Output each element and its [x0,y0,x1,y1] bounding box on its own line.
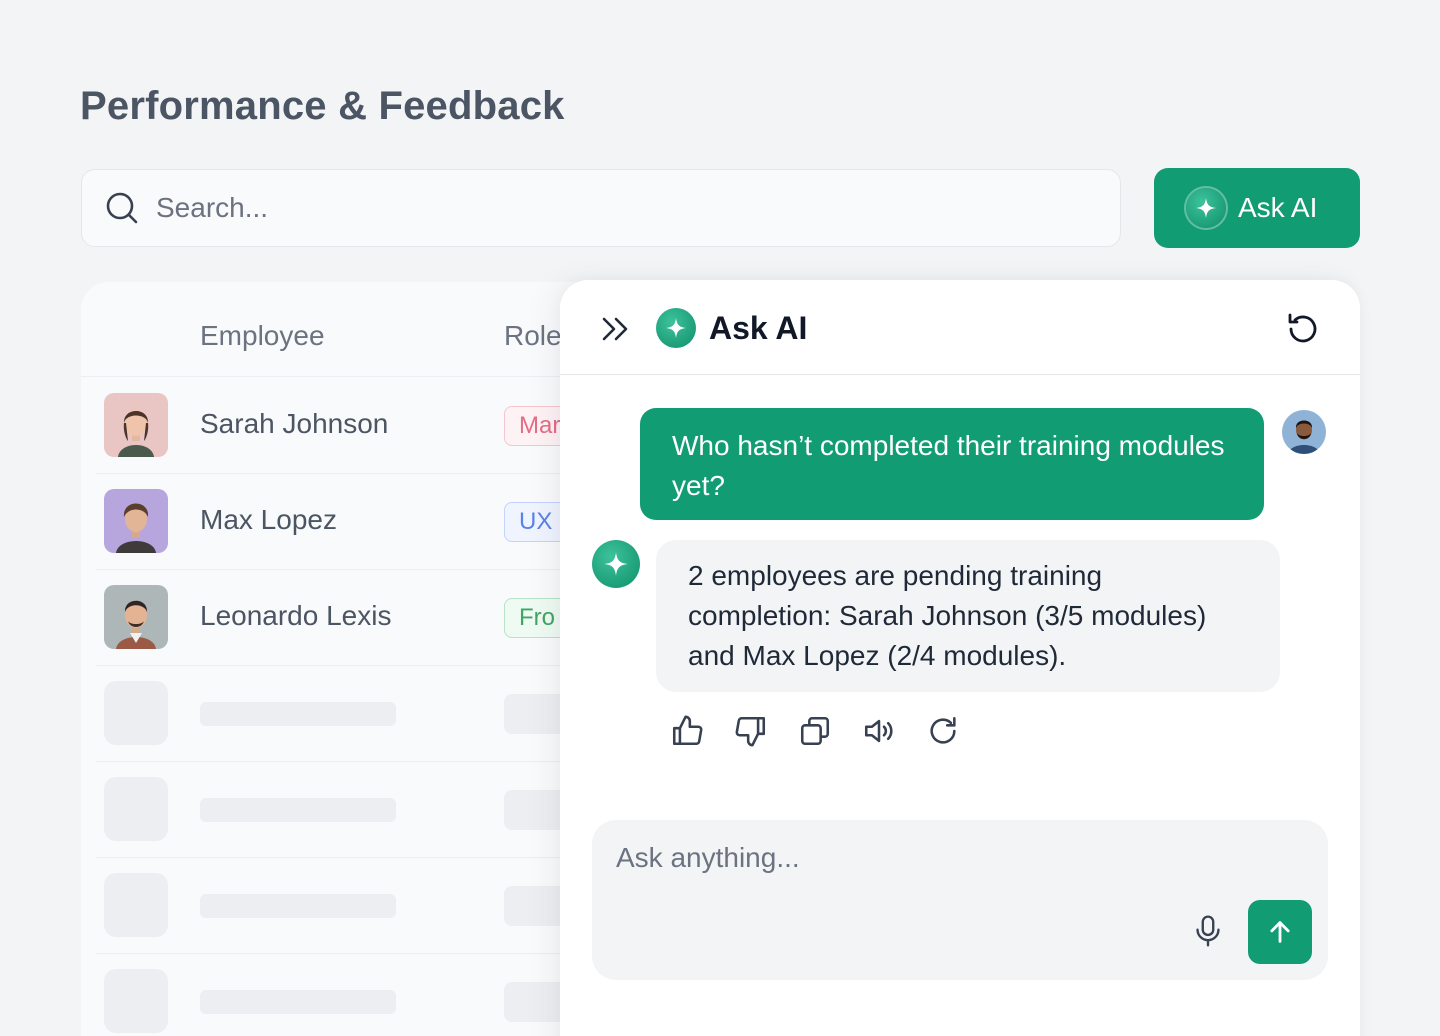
employee-name: Leonardo Lexis [200,600,392,631]
skeleton-line [200,990,396,1014]
microphone-icon[interactable] [1192,914,1224,948]
ai-avatar-icon [592,540,640,588]
thumbs-up-icon[interactable] [670,714,704,748]
search-bar[interactable] [81,169,1121,247]
panel-title: Ask AI [709,310,808,346]
skeleton-avatar [104,681,168,745]
user-avatar [1282,410,1326,454]
skeleton-line [200,798,396,822]
send-button[interactable] [1248,900,1312,964]
search-input[interactable] [156,192,1056,224]
page: Performance & Feedback Ask AI Employee R… [0,0,1440,1036]
skeleton-avatar [104,969,168,1033]
panel-header: Ask AI [560,280,1360,375]
avatar [104,393,168,457]
sparkle-icon [656,308,696,348]
role-badge: UX [504,502,568,542]
speaker-icon[interactable] [862,714,896,748]
chat-input[interactable] [616,842,1176,902]
ask-ai-button-label: Ask AI [1238,192,1318,223]
column-header-role[interactable]: Role [504,320,562,352]
page-title: Performance & Feedback [80,84,565,128]
skeleton-line [200,702,396,726]
skeleton-avatar [104,873,168,937]
avatar [104,489,168,553]
arrow-up-icon [1270,921,1290,943]
skeleton-line [200,894,396,918]
thumbs-down-icon[interactable] [734,714,768,748]
regenerate-icon[interactable] [926,714,960,748]
sparkle-icon [1186,188,1226,228]
copy-icon[interactable] [798,714,832,748]
ai-message: 2 employees are pending training complet… [656,540,1280,692]
employee-name: Sarah Johnson [200,408,389,439]
collapse-panel-icon[interactable] [598,312,632,346]
avatar [104,585,168,649]
search-icon [106,192,138,224]
ask-ai-panel: Ask AI Who hasn’t completed their traini… [560,280,1360,1036]
skeleton-avatar [104,777,168,841]
user-message: Who hasn’t completed their training modu… [640,408,1264,520]
chat-composer [592,820,1328,980]
employee-name: Max Lopez [200,504,337,535]
column-header-employee[interactable]: Employee [200,320,325,352]
ask-ai-button[interactable]: Ask AI [1154,168,1360,248]
reset-chat-icon[interactable] [1284,310,1322,348]
